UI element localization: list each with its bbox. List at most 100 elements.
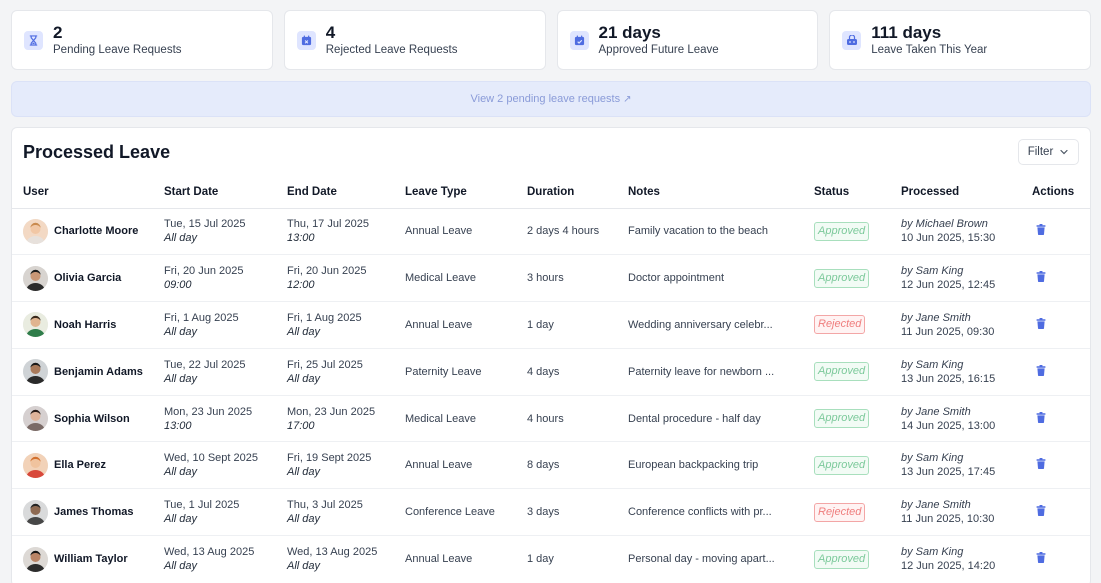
notes: European backpacking trip [628,459,759,472]
status-cell: Rejected [814,488,901,536]
start-date-cell: Tue, 1 Jul 2025 All day [164,488,287,536]
start-date-cell: Tue, 22 Jul 2025 All day [164,347,287,396]
processed-at: 11 Jun 2025, 10:30 [901,513,995,526]
processed-by: by Sam King [901,452,964,465]
processed-leave-table: User Start Date End Date Leave Type Dura… [12,176,1090,583]
start-date-cell: Mon, 23 Jun 2025 13:00 [164,394,287,442]
notes: Personal day - moving apart... [628,553,775,566]
column-header-leave-type[interactable]: Leave Type [405,176,527,209]
processed-by: by Jane Smith [901,405,971,418]
stat-value: 4 [325,23,336,42]
column-header-processed[interactable]: Processed [901,176,1022,209]
processed-cell: by Sam King 13 Jun 2025, 16:15 [901,347,1022,396]
chevron-down-icon [1060,149,1068,155]
end-date: Fri, 1 Aug 2025 [287,311,362,324]
status-badge: Approved [814,455,870,475]
column-header-start-date[interactable]: Start Date [164,176,287,209]
start-time: All day [164,513,198,526]
status-cell: Approved [814,441,901,489]
stat-card-pending: 2 Pending Leave Requests [11,10,273,70]
table-row[interactable]: Olivia Garcia Fri, 20 Jun 2025 09:00 Fri… [12,254,1090,302]
user-name[interactable]: James Thomas [54,506,133,518]
calendar-check-icon [569,30,589,50]
duration: 2 days 4 hours [527,225,600,238]
trash-icon[interactable] [1036,224,1046,238]
user-cell: William Taylor [12,535,164,583]
trash-icon[interactable] [1036,411,1046,426]
page-title: Processed Leave [23,142,171,162]
end-date-cell: Mon, 23 Jun 2025 17:00 [287,394,405,442]
column-header-duration[interactable]: Duration [527,176,628,209]
table-row[interactable]: Noah Harris Fri, 1 Aug 2025 All day Fri,… [12,301,1090,349]
trash-icon[interactable] [1036,552,1046,566]
stat-card-taken-year: 111 days Leave Taken This Year [829,10,1091,70]
end-date-cell: Fri, 25 Jul 2025 All day [287,347,405,396]
stats-row: 2 Pending Leave Requests 4 Rejected Leav… [11,10,1091,70]
column-header-status[interactable]: Status [814,176,901,209]
processed-at: 12 Jun 2025, 14:20 [901,560,996,573]
avatar [23,499,48,525]
table-row[interactable]: James Thomas Tue, 1 Jul 2025 All day Thu… [12,488,1090,536]
user-name[interactable]: Benjamin Adams [54,366,143,378]
table-header-row: User Start Date End Date Leave Type Dura… [12,176,1090,209]
stat-card-rejected: 4 Rejected Leave Requests [283,10,546,70]
user-name[interactable]: William Taylor [54,553,128,565]
trash-icon[interactable] [1036,505,1046,519]
start-date-cell: Tue, 15 Jul 2025 All day [164,208,287,255]
trash-icon[interactable] [1036,317,1046,332]
column-header-user[interactable]: User [12,176,164,209]
table-row[interactable]: Benjamin Adams Tue, 22 Jul 2025 All day … [12,347,1090,396]
stat-label: Rejected Leave Requests [325,44,458,56]
processed-at: 10 Jun 2025, 15:30 [901,232,996,245]
notes-cell: Family vacation to the beach [628,208,814,255]
end-date-cell: Fri, 20 Jun 2025 12:00 [287,254,405,302]
column-header-end-date[interactable]: End Date [287,176,405,209]
leave-type: Annual Leave [405,225,473,238]
view-pending-requests-link[interactable]: View 2 pending leave requests ↗ [11,81,1091,117]
status-badge: Approved [814,221,870,241]
notes-cell: Doctor appointment [628,254,814,302]
processed-cell: by Michael Brown 10 Jun 2025, 15:30 [901,208,1022,255]
stat-label: Leave Taken This Year [871,44,988,56]
table-row[interactable]: Sophia Wilson Mon, 23 Jun 2025 13:00 Mon… [12,394,1090,442]
column-header-notes[interactable]: Notes [628,176,814,209]
user-cell: Noah Harris [12,301,164,349]
start-date: Wed, 13 Aug 2025 [164,546,255,559]
end-time: All day [287,372,321,385]
trash-icon[interactable] [1036,458,1046,472]
processed-at: 12 Jun 2025, 12:45 [901,279,996,292]
start-time: 13:00 [164,419,192,432]
avatar [23,312,48,338]
duration: 1 day [527,535,628,583]
table-row[interactable]: Ella Perez Wed, 10 Sept 2025 All day Fri… [12,441,1090,489]
filter-button[interactable]: Filter [1018,139,1079,165]
user-cell: Ella Perez [12,441,164,489]
actions-cell [1022,535,1090,583]
notes: Paternity leave for newborn ... [628,365,775,378]
user-name[interactable]: Charlotte Moore [54,225,138,237]
user-name[interactable]: Noah Harris [54,319,116,331]
end-date: Fri, 19 Sept 2025 [287,452,372,465]
trash-icon[interactable] [1036,364,1046,379]
table-row[interactable]: Charlotte Moore Tue, 15 Jul 2025 All day… [12,208,1090,255]
start-time: 09:00 [164,279,192,292]
processed-at: 14 Jun 2025, 13:00 [901,419,996,432]
column-header-actions: Actions [1022,176,1090,209]
start-time: All day [164,232,198,245]
end-date: Mon, 23 Jun 2025 [287,405,376,418]
actions-cell [1022,347,1090,396]
table-row[interactable]: William Taylor Wed, 13 Aug 2025 All day … [12,535,1090,583]
processed-by: by Sam King [901,546,964,559]
user-cell: Olivia Garcia [12,254,164,302]
user-name[interactable]: Ella Perez [54,459,106,471]
leave-type: Medical Leave [405,394,527,442]
end-time: All day [287,325,321,338]
trash-icon[interactable] [1036,271,1046,285]
end-date-cell: Fri, 19 Sept 2025 All day [287,441,405,489]
duration: 4 hours [527,394,628,442]
user-name[interactable]: Sophia Wilson [54,413,130,425]
notes-cell: Conference conflicts with pr... [628,488,814,536]
user-name[interactable]: Olivia Garcia [54,272,121,284]
actions-cell [1022,394,1090,442]
duration: 4 days [527,347,628,396]
